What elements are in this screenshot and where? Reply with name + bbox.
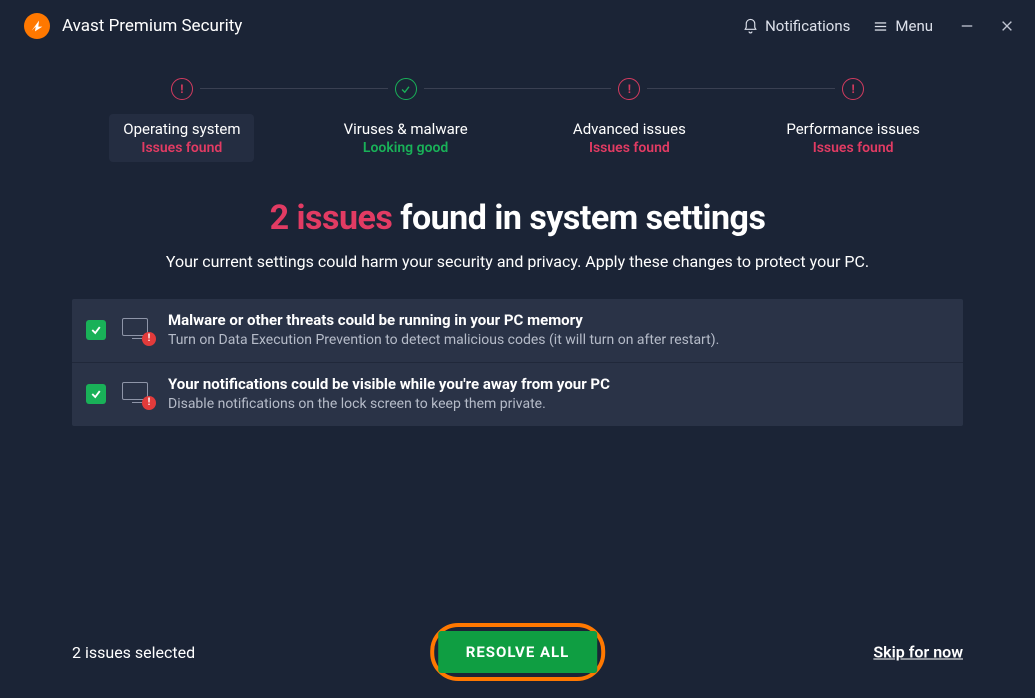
headline-rest: found in system settings <box>392 198 765 238</box>
step-viruses-malware[interactable]: Viruses & malware Looking good <box>294 78 518 162</box>
alert-circle-icon: ! <box>171 78 193 100</box>
sub-headline: Your current settings could harm your se… <box>60 250 975 273</box>
issue-list: ! Malware or other threats could be runni… <box>72 299 963 426</box>
step-name: Viruses & malware <box>344 120 468 138</box>
minimize-button[interactable] <box>959 18 975 34</box>
selected-count: 2 issues selected <box>72 643 195 662</box>
issue-title: Malware or other threats could be runnin… <box>168 311 949 329</box>
step-advanced-issues[interactable]: ! Advanced issues Issues found <box>518 78 742 162</box>
step-performance-issues[interactable]: ! Performance issues Issues found <box>741 78 965 162</box>
resolve-all-button[interactable]: RESOLVE ALL <box>438 631 598 673</box>
step-status: Issues found <box>123 140 240 156</box>
issue-row: ! Your notifications could be visible whi… <box>72 362 963 426</box>
issue-checkbox[interactable] <box>86 320 106 340</box>
headline: 2 issues found in system settings <box>60 198 975 238</box>
window-controls <box>959 18 1015 34</box>
step-name: Advanced issues <box>573 120 686 138</box>
avast-logo-icon <box>24 13 50 39</box>
issue-count: 2 issues <box>270 198 393 238</box>
monitor-alert-icon: ! <box>122 318 152 342</box>
scan-stepper: ! Operating system Issues found Viruses & m… <box>0 52 1035 162</box>
step-labelbox: Viruses & malware Looking good <box>330 114 482 162</box>
issue-desc: Turn on Data Execution Prevention to det… <box>168 332 949 348</box>
step-connector <box>647 88 835 89</box>
issue-desc: Disable notifications on the lock screen… <box>168 396 949 412</box>
step-labelbox: Operating system Issues found <box>109 114 254 162</box>
step-operating-system[interactable]: ! Operating system Issues found <box>70 78 294 162</box>
step-labelbox: Advanced issues Issues found <box>559 114 700 162</box>
step-status: Issues found <box>573 140 686 156</box>
headline-area: 2 issues found in system settings Your c… <box>0 198 1035 273</box>
issue-text: Your notifications could be visible whil… <box>168 375 949 412</box>
app-window: Avast Premium Security Notifications Men… <box>0 0 1035 698</box>
step-status: Looking good <box>344 140 468 156</box>
issue-checkbox[interactable] <box>86 384 106 404</box>
step-status: Issues found <box>786 140 920 156</box>
alert-circle-icon: ! <box>618 78 640 100</box>
menu-button[interactable]: Menu <box>872 17 933 35</box>
step-labelbox: Performance issues Issues found <box>772 114 934 162</box>
step-name: Performance issues <box>786 120 920 138</box>
step-name: Operating system <box>123 120 240 138</box>
check-circle-icon <box>395 78 417 100</box>
resolve-highlight-ring: RESOLVE ALL <box>430 623 606 681</box>
menu-label: Menu <box>895 17 933 35</box>
bell-icon <box>742 18 759 35</box>
close-button[interactable] <box>999 18 1015 34</box>
app-title: Avast Premium Security <box>62 16 242 36</box>
issue-title: Your notifications could be visible whil… <box>168 375 949 393</box>
issue-row: ! Malware or other threats could be runni… <box>72 299 963 362</box>
hamburger-icon <box>872 18 889 35</box>
alert-circle-icon: ! <box>842 78 864 100</box>
titlebar: Avast Premium Security Notifications Men… <box>0 0 1035 52</box>
notifications-label: Notifications <box>765 17 850 35</box>
skip-link[interactable]: Skip for now <box>873 643 963 662</box>
step-connector <box>424 88 612 89</box>
issue-text: Malware or other threats could be runnin… <box>168 311 949 348</box>
step-connector <box>200 88 388 89</box>
monitor-alert-icon: ! <box>122 382 152 406</box>
footer: 2 issues selected RESOLVE ALL Skip for n… <box>0 606 1035 698</box>
notifications-button[interactable]: Notifications <box>742 17 850 35</box>
